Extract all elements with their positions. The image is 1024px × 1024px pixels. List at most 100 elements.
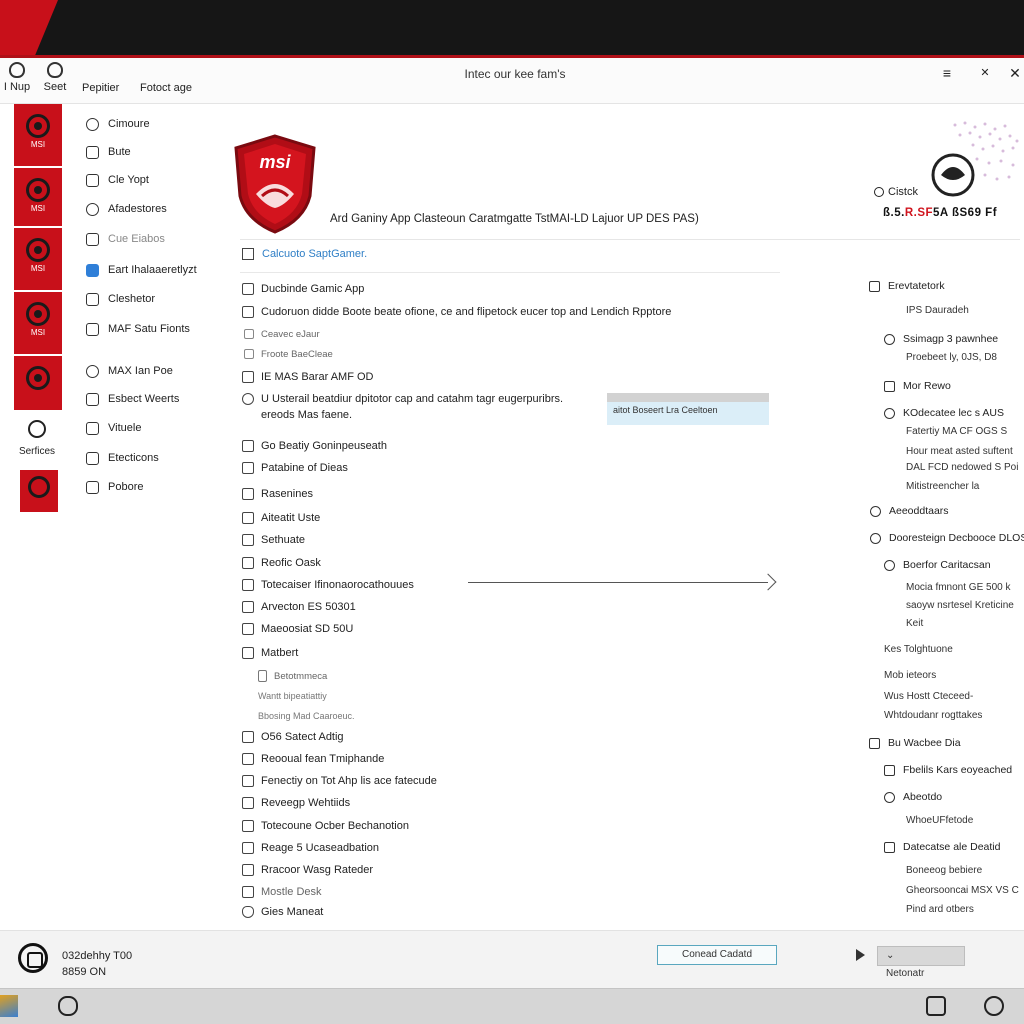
- nav-item-6[interactable]: Eart Ihalaaeretlyzt: [86, 261, 197, 279]
- list-item[interactable]: Matbert: [242, 645, 298, 661]
- nav-item-12[interactable]: Etecticons: [86, 449, 159, 467]
- list-subitem[interactable]: Wantt bipeatiattiy: [258, 688, 327, 704]
- services-label: Serfices: [18, 446, 56, 457]
- right-item[interactable]: Dooresteign Decbooce DLOS: [870, 532, 1024, 544]
- toolbar-item-fotoct[interactable]: Fotoct age: [140, 82, 192, 94]
- list-item[interactable]: Mostle Desk: [242, 884, 322, 900]
- right-item[interactable]: Mor Rewo: [884, 380, 951, 392]
- right-item[interactable]: Ssimagp 3 pawnhee: [884, 333, 998, 345]
- list-item[interactable]: Fenectiy on Tot Ahp lis ace fatecude: [242, 773, 437, 789]
- nav-item-4[interactable]: Afadestores: [86, 200, 167, 218]
- right-text: IPS Dauradeh: [906, 305, 969, 316]
- right-item[interactable]: Erevtatetork: [869, 280, 945, 292]
- rail-tile-5[interactable]: [14, 356, 62, 410]
- right-item[interactable]: Boerfor Caritacsan: [884, 559, 991, 571]
- right-item[interactable]: Fbelils Kars eoyeached: [884, 764, 1012, 776]
- list-subitem[interactable]: Froote BaeCleae: [244, 346, 333, 362]
- nav-item-11[interactable]: Vituele: [86, 419, 141, 437]
- list-item[interactable]: Cudoruon didde Boote beate ofione, ce an…: [242, 304, 671, 320]
- list-item[interactable]: Maeoosiat SD 50U: [242, 621, 353, 637]
- list-item[interactable]: Rracoor Wasg Rateder: [242, 862, 373, 878]
- nav-item-1[interactable]: Cimoure: [86, 115, 150, 133]
- list-item[interactable]: Rasenines: [242, 486, 313, 502]
- nav-item-7[interactable]: Cleshetor: [86, 290, 155, 308]
- right-item[interactable]: Aeeoddtaars: [870, 505, 949, 517]
- display-icon: [86, 173, 99, 187]
- right-item[interactable]: Datecatse ale Deatid: [884, 841, 1000, 853]
- network-dropdown[interactable]: ⌄ Netonatr: [877, 946, 965, 979]
- nav-item-9[interactable]: MAX Ian Poe: [86, 362, 173, 380]
- list-item-label: Sethuate: [261, 534, 306, 546]
- list-item-label: O56 Satect Adtig: [261, 731, 344, 743]
- list-subitem[interactable]: Bbosing Mad Caaroeuc.: [258, 708, 355, 724]
- nav-item-5[interactable]: Cue Eiabos: [86, 230, 165, 248]
- list-item[interactable]: Totecoune Ocber Bechanotion: [242, 818, 409, 834]
- logo-brand-text: msi: [259, 152, 291, 172]
- radio-icon: [870, 532, 881, 544]
- app-icon: [242, 647, 254, 659]
- start-icon[interactable]: [0, 995, 18, 1017]
- list-item[interactable]: Totecaiser Ifinonaorocathouues: [242, 577, 414, 593]
- nav-item-10[interactable]: Esbect Weerts: [86, 390, 179, 408]
- right-item[interactable]: KOdecatee lec s AUS: [884, 407, 1004, 419]
- window-taskbar-icon[interactable]: [926, 996, 946, 1016]
- status-splash-graphic: [931, 121, 1019, 197]
- list-item[interactable]: Go Beatiy Goninpeuseath: [242, 438, 387, 454]
- toolbar-item-nup[interactable]: I Nup: [2, 62, 32, 93]
- rail-services[interactable]: Serfices: [14, 420, 60, 457]
- list-subitem[interactable]: Ceavec eJaur: [244, 326, 320, 342]
- list-item[interactable]: Gies Maneat: [242, 904, 323, 920]
- folder-icon: [86, 263, 99, 277]
- list-item[interactable]: Patabine of Dieas: [242, 460, 348, 476]
- list-item[interactable]: Reooual fean Tmiphande: [242, 751, 384, 767]
- rail-tile-4[interactable]: MSI: [14, 292, 62, 354]
- highlight-box[interactable]: aitot Boseert Lra Ceeltoen: [607, 393, 769, 425]
- right-text: WhoeUFfetode: [906, 815, 974, 826]
- list-item-label: Go Beatiy Goninpeuseath: [261, 440, 387, 452]
- connect-link[interactable]: Calcuoto SaptGamer.: [242, 248, 367, 260]
- menu-button[interactable]: ≡: [938, 64, 956, 82]
- rail-tile-1[interactable]: MSI: [14, 104, 62, 166]
- nav-item-8[interactable]: MAF Satu Fionts: [86, 320, 190, 338]
- list-item[interactable]: Arvecton ES 50301: [242, 599, 356, 615]
- nav-item-13[interactable]: Pobore: [86, 478, 143, 496]
- play-icon[interactable]: [856, 949, 865, 961]
- dragon-taskbar-icon[interactable]: [984, 996, 1004, 1016]
- list-item[interactable]: Reveegp Wehtiids: [242, 795, 350, 811]
- list-item[interactable]: Sethuate: [242, 532, 305, 548]
- list-icon: [869, 737, 880, 749]
- right-item-label: Datecatse ale Deatid: [903, 841, 1001, 853]
- nav-item-2[interactable]: Bute: [86, 143, 131, 161]
- nav-item-label: Cue Eiabos: [108, 233, 165, 245]
- msi-app-taskbar-icon[interactable]: [58, 996, 78, 1016]
- shield-icon: [242, 906, 254, 918]
- rail-tile-2[interactable]: MSI: [14, 168, 62, 226]
- nav-item-3[interactable]: Cle Yopt: [86, 171, 149, 189]
- nav-item-label: Cle Yopt: [108, 174, 149, 186]
- list-item[interactable]: O56 Satect Adtig: [242, 729, 344, 745]
- rail-tile-bottom[interactable]: [20, 470, 58, 512]
- list-item-label: Reooual fean Tmiphande: [261, 753, 385, 765]
- app-icon: [242, 557, 254, 569]
- toolbar-item-pepitier[interactable]: Pepitier: [82, 82, 119, 94]
- list-item[interactable]: Aiteatit Uste: [242, 510, 320, 526]
- list-subitem[interactable]: Betotmmeca: [258, 668, 327, 684]
- dragon-icon: [26, 302, 50, 326]
- feature-icon: [86, 202, 99, 216]
- connect-button[interactable]: Conead Cadatd: [657, 945, 777, 965]
- list-item[interactable]: U Usterail beatdiur dpitotor cap and cat…: [242, 391, 563, 423]
- toolbar-item-seet[interactable]: Seet: [40, 62, 70, 93]
- list-item[interactable]: Reage 5 Ucaseadbation: [242, 840, 379, 856]
- close-button[interactable]: ✕: [1006, 64, 1024, 82]
- right-item[interactable]: Abeotdo: [884, 791, 942, 803]
- arrow-right-icon: [759, 573, 777, 591]
- radio-icon: [870, 505, 881, 517]
- list-item-label: Bbosing Mad Caaroeuc.: [258, 711, 355, 721]
- rail-tile-3[interactable]: MSI: [14, 228, 62, 290]
- list-item[interactable]: Ducbinde Gamic App: [242, 281, 364, 297]
- list-item[interactable]: IE MAS Barar AMF OD: [242, 369, 373, 385]
- pin-button[interactable]: ✕: [976, 64, 994, 82]
- right-item[interactable]: Bu Wacbee Dia: [869, 737, 961, 749]
- status-icon: [874, 187, 884, 197]
- list-item[interactable]: Reofic Oask: [242, 555, 321, 571]
